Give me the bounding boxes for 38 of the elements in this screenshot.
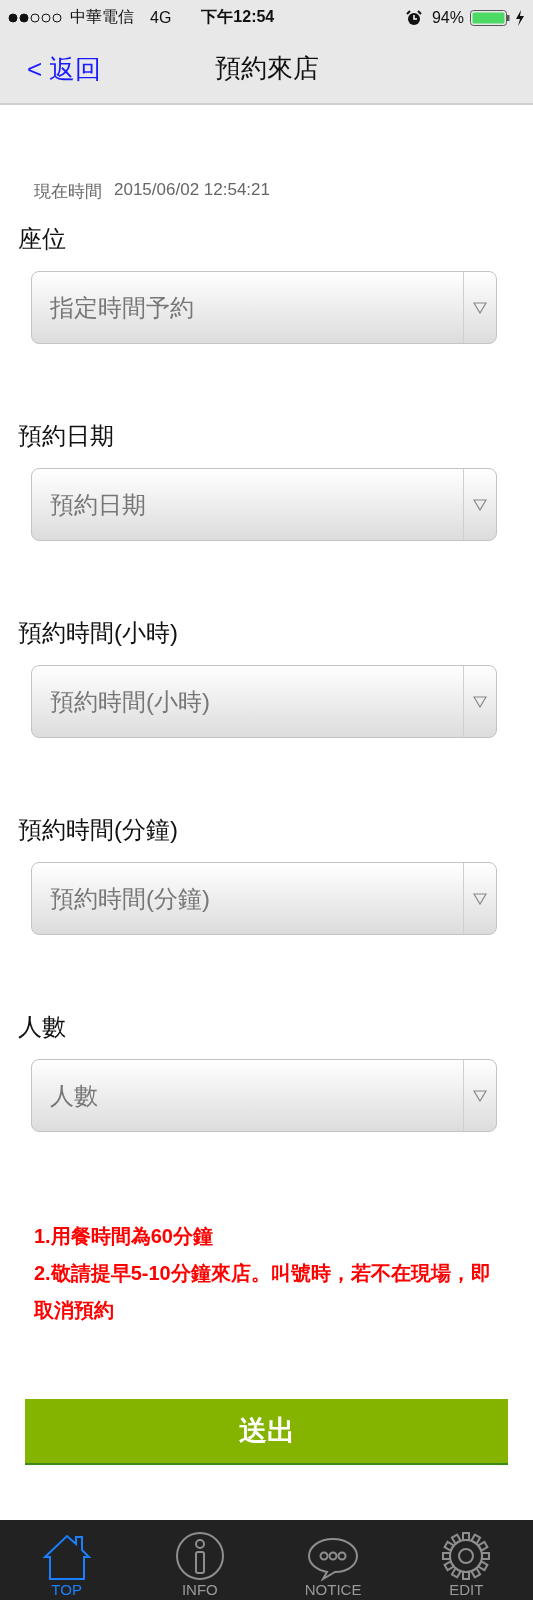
field-label: 預約時間(小時) xyxy=(17,618,179,648)
notice-text: 2.敬請提早5-10分鐘來店。叫號時，若不在現場，即取消預約 xyxy=(34,1261,492,1323)
tab-item[interactable]: INFO xyxy=(133,1520,267,1600)
current-time-label: 現在時間 xyxy=(34,181,102,203)
clock-time: 下午12:54 xyxy=(201,7,275,27)
signal-icon xyxy=(8,12,64,23)
tab-item[interactable]: EDIT xyxy=(399,1520,533,1600)
dropdown-field[interactable]: 人數 xyxy=(31,1059,497,1132)
dropdown-field[interactable]: 預約時間(小時) xyxy=(31,665,497,738)
gear-icon xyxy=(441,1531,492,1581)
dropdown-field[interactable]: 預約時間(分鐘) xyxy=(31,862,497,935)
charging-bolt-icon xyxy=(515,9,525,26)
speech-bubble-icon xyxy=(307,1537,360,1581)
caret-icon xyxy=(473,892,487,905)
tab-item[interactable]: TOP xyxy=(0,1520,134,1600)
dropdown-field[interactable]: 預約日期 xyxy=(31,468,497,541)
notice-text: 1.用餐時間為60分鐘 xyxy=(34,1224,214,1249)
battery-icon xyxy=(470,9,510,26)
caret-icon xyxy=(473,1089,487,1102)
dropdown-field[interactable]: 指定時間予約 xyxy=(31,271,497,344)
tab-item[interactable]: NOTICE xyxy=(266,1520,400,1600)
page-title: 預約來店 xyxy=(214,52,319,85)
field-label: 座位 xyxy=(17,224,67,254)
submit-button[interactable]: 送出 xyxy=(25,1399,508,1465)
back-link[interactable]: < 返回 xyxy=(27,51,102,87)
info-icon xyxy=(174,1531,225,1581)
field-label: 預約時間(分鐘) xyxy=(17,815,179,845)
network-type: 4G xyxy=(150,8,172,27)
caret-icon xyxy=(473,301,487,314)
current-time-value: 2015/06/02 12:54:21 xyxy=(114,180,270,201)
caret-icon xyxy=(473,498,487,511)
caret-icon xyxy=(473,695,487,708)
carrier-name: 中華電信 xyxy=(70,7,134,27)
alarm-clock-icon xyxy=(405,9,422,26)
home-icon xyxy=(41,1533,92,1581)
field-label: 預約日期 xyxy=(17,421,115,451)
field-label: 人數 xyxy=(17,1012,67,1042)
battery-percent: 94% xyxy=(431,8,464,27)
